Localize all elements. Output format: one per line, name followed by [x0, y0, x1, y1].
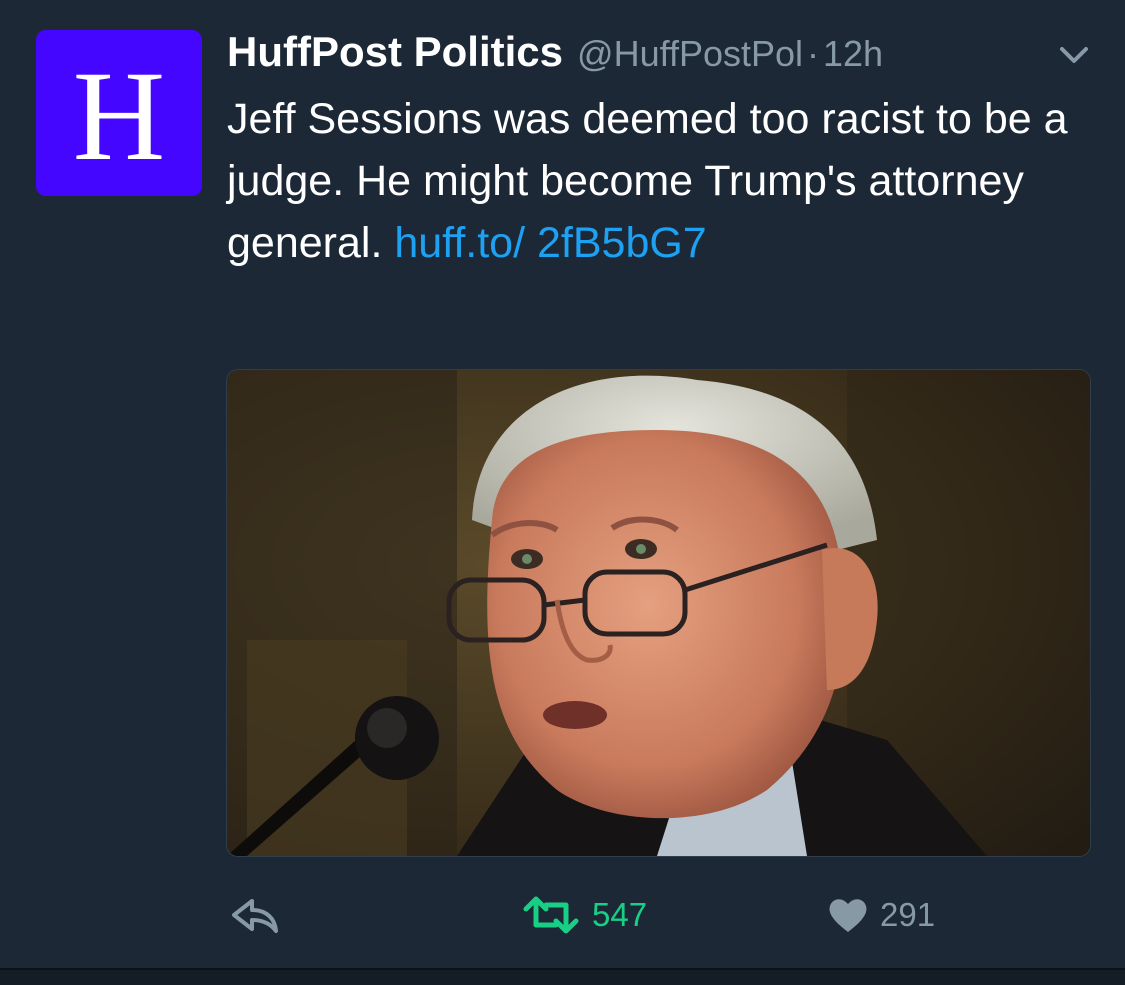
tweet-photo[interactable] [226, 369, 1091, 857]
chevron-down-icon[interactable] [1056, 40, 1092, 70]
tweet-link[interactable]: huff.to/ 2fB5bG7 [394, 219, 706, 267]
display-name[interactable]: HuffPost Politics [227, 28, 563, 76]
heart-icon [829, 899, 867, 932]
avatar[interactable]: H [36, 30, 202, 196]
tweet[interactable]: H HuffPost Politics @HuffPostPol · 12h J… [0, 0, 1125, 968]
retweet-icon [523, 896, 579, 934]
tweet-text: Jeff Sessions was deemed too racist to b… [227, 88, 1107, 274]
user-handle[interactable]: @HuffPostPol [577, 33, 803, 75]
retweet-button[interactable]: 547 [522, 880, 647, 950]
like-button[interactable]: 291 [828, 880, 935, 950]
tweet-divider [0, 968, 1125, 985]
retweet-count: 547 [592, 896, 648, 933]
tweet-actions: 547 291 [0, 880, 1125, 950]
tweet-header: HuffPost Politics @HuffPostPol · 12h [227, 28, 883, 80]
like-count: 291 [880, 896, 936, 933]
reply-icon [232, 899, 278, 933]
timestamp[interactable]: 12h [823, 33, 883, 75]
reply-button[interactable] [230, 880, 280, 950]
separator-dot: · [807, 33, 820, 74]
avatar-letter: H [72, 45, 166, 187]
